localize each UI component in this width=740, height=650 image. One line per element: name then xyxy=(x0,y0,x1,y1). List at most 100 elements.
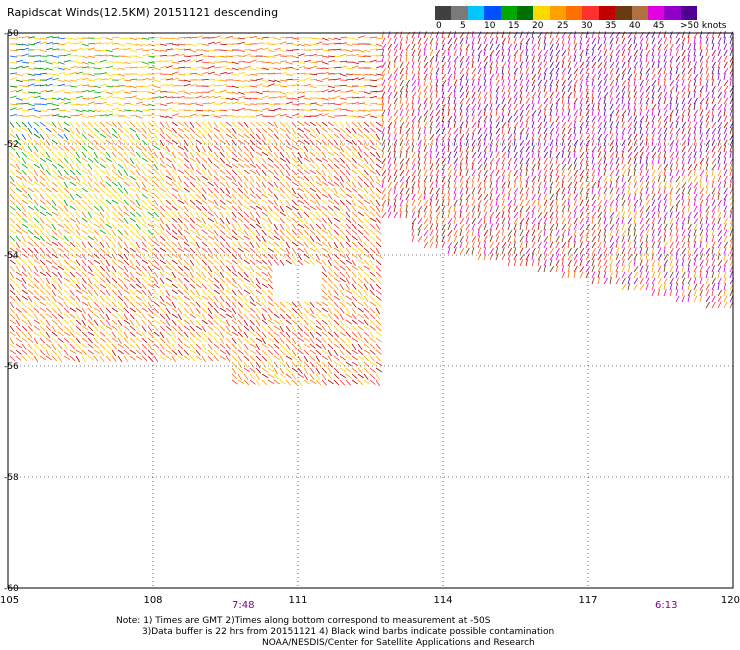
wind-barb xyxy=(693,157,697,165)
wind-barb xyxy=(621,169,627,177)
wind-barb xyxy=(321,139,327,146)
wind-barb xyxy=(309,193,316,200)
wind-barb xyxy=(39,49,47,53)
wind-barb xyxy=(21,157,27,164)
wind-barb xyxy=(39,89,47,93)
wind-barb xyxy=(207,163,213,170)
wind-barb xyxy=(663,115,669,123)
wind-barb xyxy=(507,151,510,159)
wind-barb xyxy=(615,49,620,57)
wind-barb xyxy=(609,169,615,177)
wind-barb xyxy=(705,211,709,219)
wind-barb xyxy=(297,95,305,99)
wind-barb xyxy=(663,85,667,93)
wind-barb xyxy=(537,181,542,189)
wind-barb xyxy=(405,49,408,57)
wind-barb xyxy=(267,247,275,253)
wind-barb xyxy=(573,91,576,99)
wind-barb xyxy=(597,67,603,75)
wind-barb xyxy=(723,133,728,141)
wind-barb xyxy=(81,181,88,187)
wind-barb xyxy=(495,31,499,39)
wind-barb xyxy=(645,139,648,147)
wind-barb xyxy=(531,127,535,135)
wind-barb xyxy=(21,169,27,176)
wind-barb xyxy=(453,199,458,207)
wind-barb xyxy=(423,235,428,243)
wind-barb xyxy=(621,163,626,171)
wind-barb xyxy=(9,85,17,88)
wind-barb xyxy=(579,73,584,81)
wind-barb xyxy=(297,66,305,69)
wind-barb xyxy=(573,31,577,39)
wind-barb xyxy=(87,175,93,182)
wind-barb xyxy=(489,127,492,135)
wind-barb xyxy=(51,247,57,254)
wind-barb xyxy=(417,115,422,123)
wind-barb xyxy=(627,139,632,147)
wind-barb xyxy=(441,229,446,237)
wind-barb xyxy=(471,169,476,177)
wind-barb xyxy=(261,47,269,51)
wind-barb xyxy=(177,90,185,93)
wind-barb xyxy=(573,271,576,279)
wind-barb xyxy=(165,181,173,187)
wind-barb xyxy=(411,181,416,189)
wind-barb xyxy=(129,43,137,46)
wind-barb xyxy=(213,115,221,118)
wind-barb xyxy=(615,253,620,261)
wind-barb xyxy=(189,247,196,254)
wind-barb xyxy=(369,283,375,291)
wind-barb xyxy=(459,121,464,129)
wind-barb xyxy=(615,199,619,207)
wind-barb xyxy=(729,79,732,87)
wind-barb xyxy=(603,277,609,285)
wind-barb xyxy=(273,37,281,41)
wind-barb xyxy=(117,89,125,93)
wind-barb xyxy=(249,271,255,278)
wind-barb xyxy=(483,157,488,165)
wind-barb xyxy=(705,73,710,81)
wind-barb xyxy=(513,91,518,99)
wind-barb xyxy=(177,73,185,76)
wind-barb xyxy=(591,151,594,159)
wind-barb xyxy=(489,169,495,177)
wind-barb xyxy=(321,217,327,224)
wind-barb xyxy=(501,169,506,177)
wind-barb xyxy=(369,121,375,128)
wind-barb xyxy=(465,169,469,177)
wind-barb xyxy=(717,91,722,99)
wind-barb xyxy=(261,283,269,289)
wind-barb xyxy=(285,169,291,177)
wind-barb xyxy=(537,43,541,51)
wind-barb xyxy=(621,241,626,249)
wind-barb xyxy=(477,145,481,153)
wind-barb xyxy=(255,109,263,112)
wind-barb xyxy=(525,163,529,171)
wind-barb xyxy=(273,211,280,217)
wind-barb xyxy=(645,91,650,99)
wind-barb xyxy=(447,163,452,171)
wind-barb xyxy=(537,55,541,63)
wind-barb xyxy=(333,199,340,205)
wind-barb xyxy=(99,151,107,156)
wind-barb xyxy=(105,37,113,41)
wind-barb xyxy=(81,193,88,199)
wind-barb xyxy=(189,235,196,242)
wind-barb xyxy=(231,67,239,71)
wind-barb xyxy=(357,259,365,264)
wind-barb xyxy=(291,97,299,101)
wind-barb xyxy=(33,229,40,236)
wind-barb xyxy=(207,41,215,45)
wind-barb xyxy=(453,79,458,87)
wind-barb xyxy=(435,73,438,81)
wind-barb xyxy=(213,217,218,225)
wind-barb xyxy=(213,157,220,163)
wind-barb xyxy=(351,91,359,94)
wind-barb xyxy=(123,79,131,82)
wind-barb xyxy=(705,67,709,75)
wind-barb xyxy=(165,127,173,132)
wind-barb xyxy=(195,187,202,194)
wind-barb xyxy=(441,121,445,129)
wind-barb xyxy=(435,199,439,207)
